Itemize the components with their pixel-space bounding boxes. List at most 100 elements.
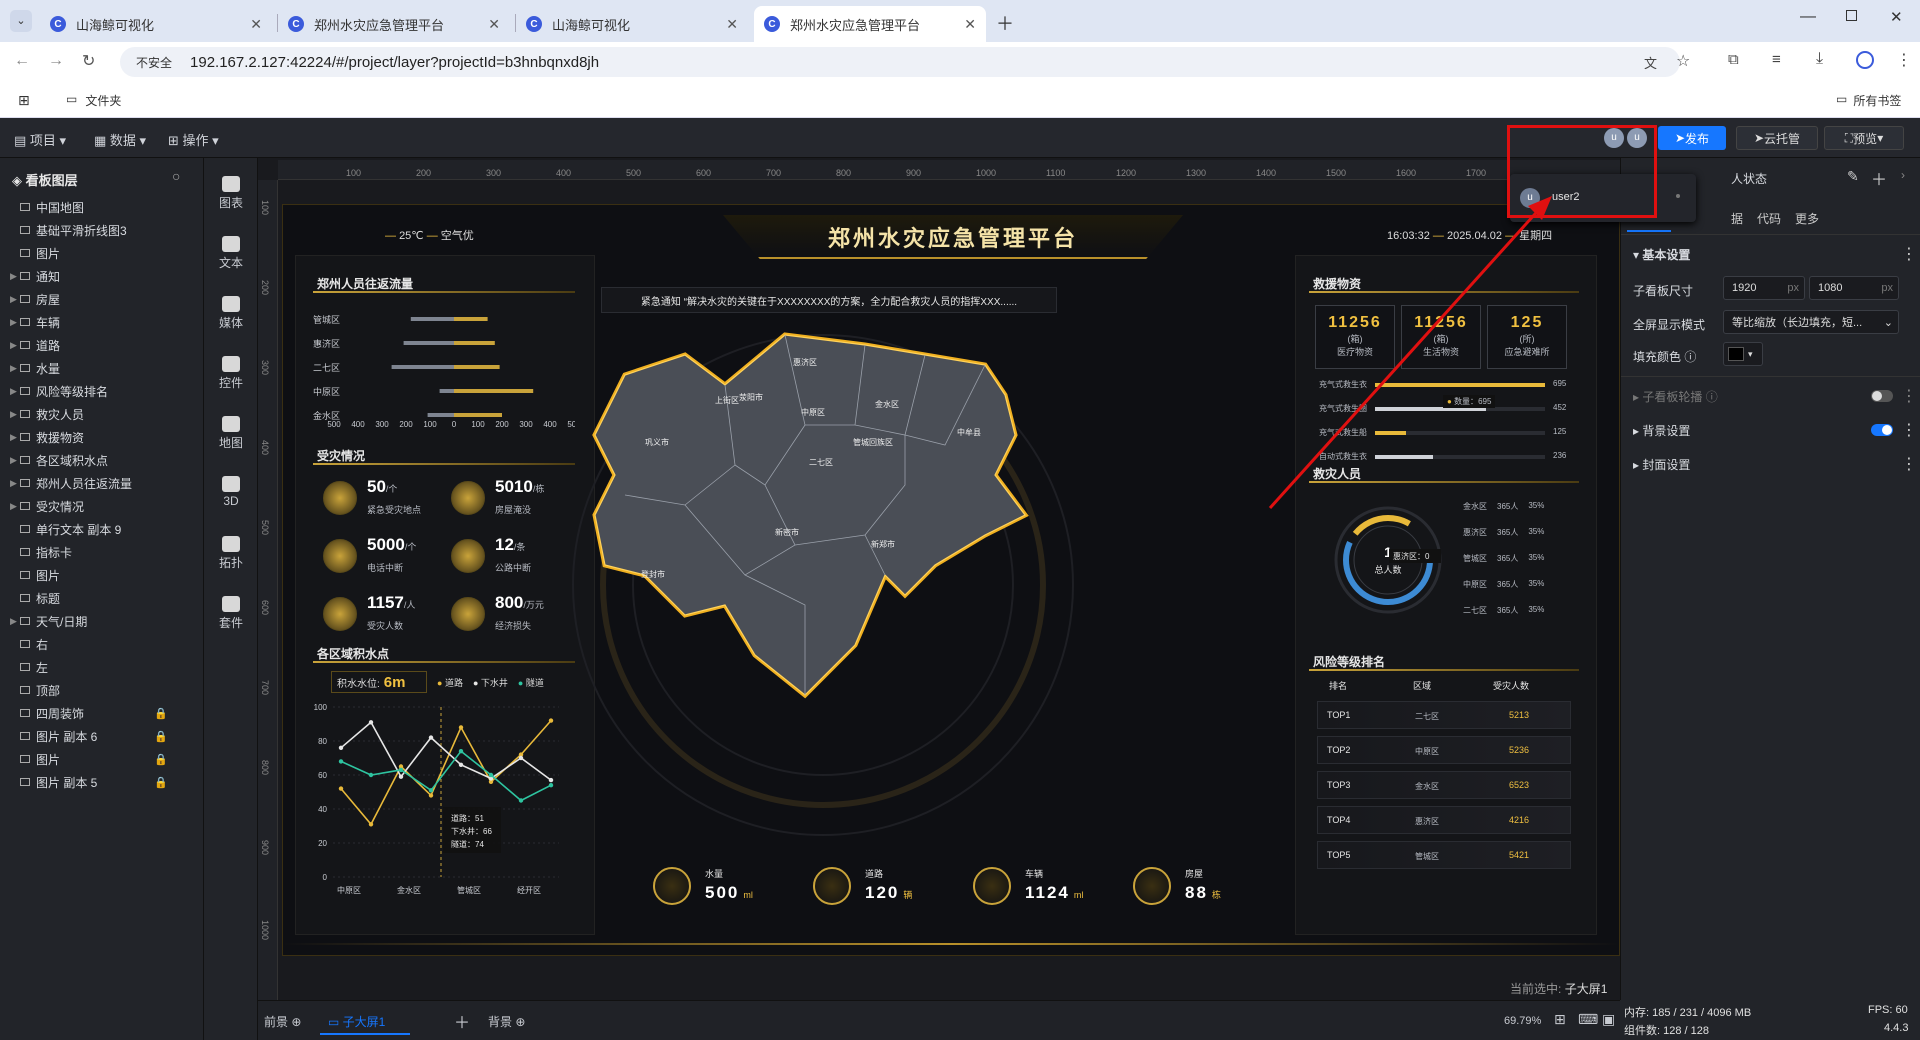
layer-item[interactable]: ▶ 救援物资 (10, 426, 198, 448)
tool-button[interactable]: 地图 (204, 416, 258, 451)
caret-right-icon[interactable]: ▶ (10, 271, 17, 282)
preview-button[interactable]: ⛶ 预览 ▾ (1824, 126, 1904, 150)
browser-tab-1[interactable]: C 山海鲸可视化 ✕ (40, 6, 272, 42)
tab-data[interactable]: 据 (1731, 210, 1743, 227)
layer-item[interactable]: 图片 (10, 564, 198, 586)
cloud-host-button[interactable]: ➤ 云托管 (1736, 126, 1818, 150)
layer-item[interactable]: ▶ 受灾情况 (10, 495, 198, 517)
layer-item[interactable]: 单行文本 副本 9 (10, 518, 198, 540)
window-minimize-icon[interactable]: — (1800, 8, 1816, 26)
menu-operation[interactable]: ⊞ 操作 ▾ (168, 130, 219, 149)
layer-item[interactable]: 左 (10, 656, 198, 678)
new-tab-icon[interactable]: ＋ (996, 10, 1014, 36)
tool-button[interactable]: 文本 (204, 236, 258, 271)
layer-item[interactable]: ▶ 房屋 (10, 288, 198, 310)
browser-menu-icon[interactable]: ⋮ (1896, 50, 1912, 70)
bookmark-star-icon[interactable]: ☆ (1676, 51, 1690, 71)
tool-button[interactable]: 媒体 (204, 296, 258, 331)
layer-item[interactable]: 图片 (10, 242, 198, 264)
fit-screen-icon[interactable]: ⊞ (1554, 1011, 1566, 1028)
layer-item[interactable]: ▶ 郑州人员往返流量 (10, 472, 198, 494)
section-basic[interactable]: ▾ 基本设置 (1633, 246, 1690, 263)
caret-right-icon[interactable]: ▶ (10, 386, 17, 397)
caret-right-icon[interactable]: ▶ (10, 501, 17, 512)
caret-right-icon[interactable]: ▶ (10, 432, 17, 443)
tab-more[interactable]: 更多 (1795, 210, 1819, 227)
window-close-icon[interactable]: ✕ (1890, 8, 1903, 26)
close-tab-icon[interactable]: ✕ (488, 16, 500, 33)
tool-button[interactable]: 拓扑 (204, 536, 258, 571)
height-input[interactable]: 1080 px (1809, 276, 1899, 300)
fullscreen-select[interactable]: 等比缩放（长边填充，短... ⌄ (1723, 310, 1899, 334)
zhengzhou-map[interactable]: 惠济区上街区 荥阳市中原区 金水区巩义市二七区 管城回族区 中牟县新密市新郑市登封市 (565, 315, 1085, 735)
layer-item[interactable]: 标题 (10, 587, 198, 609)
section-menu-icon[interactable]: ⋮ (1901, 454, 1917, 474)
tab-foreground[interactable]: 前景 ⊕ (264, 1013, 301, 1030)
close-tab-icon[interactable]: ✕ (964, 16, 976, 33)
background-toggle[interactable] (1871, 424, 1893, 436)
layer-item[interactable]: 中国地图 (10, 196, 198, 218)
not-secure-badge[interactable]: 不安全 (130, 52, 178, 73)
lock-icon[interactable]: 🔒 (154, 753, 168, 766)
caret-right-icon[interactable]: ▶ (10, 478, 17, 489)
back-icon[interactable]: ← (14, 52, 30, 70)
chevron-right-icon[interactable]: › (1901, 168, 1905, 182)
all-bookmarks[interactable]: ▭ 所有书签 (1836, 92, 1901, 109)
layer-item[interactable]: ▶ 天气/日期 (10, 610, 198, 632)
layer-search-icon[interactable]: ○ (172, 168, 180, 184)
extensions-icon[interactable]: ⧉ (1728, 51, 1739, 68)
close-tab-icon[interactable]: ✕ (726, 16, 738, 33)
lock-icon[interactable]: 🔒 (154, 730, 168, 743)
add-screen-icon[interactable]: ＋ (454, 1009, 470, 1033)
translate-icon[interactable]: 文 (1644, 53, 1657, 72)
terminal-icon[interactable]: ▣ (1602, 1011, 1615, 1028)
caret-right-icon[interactable]: ▶ (10, 455, 17, 466)
profile-icon[interactable] (1856, 51, 1874, 69)
caret-right-icon[interactable]: ▶ (10, 294, 17, 305)
bookmark-folder[interactable]: ▭ 文件夹 (66, 92, 121, 109)
width-input[interactable]: 1920 px (1723, 276, 1805, 300)
caret-right-icon[interactable]: ▶ (10, 340, 17, 351)
caret-right-icon[interactable]: ▶ (10, 317, 17, 328)
menu-project[interactable]: ▤ 项目 ▾ (14, 130, 66, 149)
tool-button[interactable]: 套件 (204, 596, 258, 631)
layer-item[interactable]: ▶ 救灾人员 (10, 403, 198, 425)
browser-tab-3[interactable]: C 山海鲸可视化 ✕ (516, 6, 748, 42)
tool-button[interactable]: 3D (204, 476, 258, 508)
caret-right-icon[interactable]: ▶ (10, 616, 17, 627)
close-tab-icon[interactable]: ✕ (250, 16, 262, 33)
browser-tab-4-active[interactable]: C 郑州水灾应急管理平台 ✕ (754, 6, 986, 42)
publish-button[interactable]: ➤ 发布 (1658, 126, 1726, 150)
tab-search-button[interactable]: ⌄ (10, 10, 32, 32)
forward-icon[interactable]: → (48, 52, 64, 70)
layer-item[interactable]: 右 (10, 633, 198, 655)
section-menu-icon[interactable]: ⋮ (1901, 420, 1917, 440)
reload-icon[interactable]: ↻ (82, 51, 95, 71)
download-icon[interactable]: ⤓ (1816, 50, 1823, 68)
section-cover[interactable]: ▸ 封面设置 (1633, 456, 1690, 473)
tool-button[interactable]: 图表 (204, 176, 258, 211)
layer-item[interactable]: 图片 副本 6 🔒 (10, 725, 198, 747)
edit-icon[interactable]: ✎ (1847, 168, 1859, 185)
menu-data[interactable]: ▦ 数据 ▾ (94, 130, 146, 149)
section-carousel[interactable]: ▸ 子看板轮播 ⓘ (1633, 388, 1718, 405)
section-menu-icon[interactable]: ⋮ (1901, 244, 1917, 264)
layer-item[interactable]: ▶ 道路 (10, 334, 198, 356)
layer-item[interactable]: 四周装饰 🔒 (10, 702, 198, 724)
layer-item[interactable]: ▶ 通知 (10, 265, 198, 287)
layer-item[interactable]: ▶ 风险等级排名 (10, 380, 198, 402)
section-background[interactable]: ▸ 背景设置 (1633, 422, 1690, 439)
lock-icon[interactable]: 🔒 (154, 776, 168, 789)
layer-item[interactable]: ▶ 水量 (10, 357, 198, 379)
keyboard-icon[interactable]: ⌨ (1578, 1011, 1598, 1028)
browser-tab-2[interactable]: C 郑州水灾应急管理平台 ✕ (278, 6, 510, 42)
add-icon[interactable]: ＋ (1871, 166, 1887, 190)
layer-item[interactable]: ▶ 车辆 (10, 311, 198, 333)
tool-button[interactable]: 控件 (204, 356, 258, 391)
layer-item[interactable]: 图片 副本 5 🔒 (10, 771, 198, 793)
playlist-icon[interactable]: ≡ (1772, 51, 1781, 68)
url-field[interactable]: 不安全 192.167.2.127:42224/#/project/layer?… (120, 47, 1680, 77)
layer-item[interactable]: 基础平滑折线图3 (10, 219, 198, 241)
window-restore-icon[interactable] (1846, 10, 1857, 21)
layer-item[interactable]: ▶ 各区域积水点 (10, 449, 198, 471)
